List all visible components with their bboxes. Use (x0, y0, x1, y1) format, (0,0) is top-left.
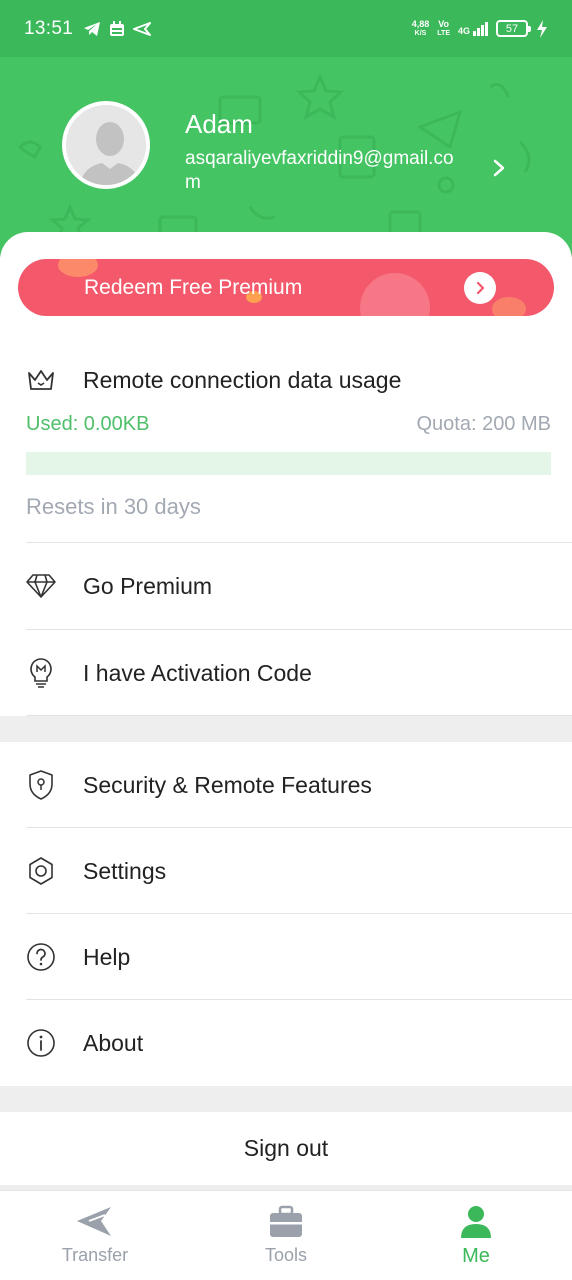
info-circle-icon (25, 1027, 57, 1059)
diamond-icon (25, 570, 57, 602)
lightbulb-icon (25, 657, 57, 689)
tab-tools-label: Tools (264, 1245, 308, 1265)
tab-me-label: Me (462, 1245, 490, 1267)
user-name: Adam (185, 109, 253, 139)
net-speed: 4,88 K/S (411, 18, 430, 37)
volte-indicator: Vo LTE (437, 18, 450, 37)
security-row[interactable]: Security & Remote Features (0, 742, 572, 828)
usage-quota: Quota: 200 MB (416, 413, 551, 435)
usage-resets: Resets in 30 days (26, 494, 201, 519)
bottom-nav: Transfer Tools Me (0, 1190, 572, 1280)
go-premium-row[interactable]: Go Premium (0, 543, 572, 629)
profile-header[interactable]: Adam asqaraliyevfaxriddin9@gmail.com (0, 57, 572, 257)
usage-progress-bar (26, 452, 551, 475)
divider (26, 715, 572, 716)
go-premium-label: Go Premium (83, 572, 213, 599)
help-row[interactable]: Help (0, 914, 572, 1000)
send-icon (133, 21, 152, 36)
signal-icon: 4G (458, 21, 488, 36)
data-usage-title-row: Remote connection data usage (0, 362, 572, 398)
sign-out-button[interactable]: Sign out (0, 1112, 572, 1185)
status-time: 13:51 (24, 17, 74, 39)
toolbox-icon (270, 1205, 302, 1237)
tab-tools[interactable]: Tools (191, 1191, 381, 1280)
activation-code-row[interactable]: I have Activation Code (0, 630, 572, 716)
security-label: Security & Remote Features (83, 771, 372, 798)
shield-lock-icon (25, 769, 57, 801)
about-row[interactable]: About (0, 1000, 572, 1086)
crown-icon (25, 364, 57, 396)
about-label: About (83, 1029, 144, 1056)
hexagon-settings-icon (25, 855, 57, 887)
redeem-label: Redeem Free Premium (84, 276, 303, 299)
decor-star-badge (360, 273, 430, 316)
usage-used: Used: 0.00KB (26, 413, 150, 435)
settings-label: Settings (83, 857, 167, 884)
status-bar: 13:51 4,88 K/S Vo LTE 4G 57 (0, 0, 572, 57)
telegram-icon (84, 21, 101, 36)
data-usage-title: Remote connection data usage (83, 366, 402, 393)
chevron-right-icon (476, 281, 485, 295)
battery-icon: 57 (496, 20, 531, 37)
question-circle-icon (25, 941, 57, 973)
calendar-icon (110, 20, 125, 36)
user-email: asqaraliyevfaxriddin9@gmail.com (185, 148, 454, 193)
decor-blob (58, 259, 98, 277)
tab-transfer[interactable]: Transfer (0, 1191, 190, 1280)
redeem-go-button[interactable] (464, 272, 496, 304)
person-icon (461, 1206, 491, 1238)
avatar[interactable] (62, 101, 150, 189)
settings-row[interactable]: Settings (0, 828, 572, 914)
charging-icon (537, 19, 547, 38)
paper-plane-icon (77, 1207, 111, 1236)
redeem-premium-banner[interactable]: Redeem Free Premium (18, 259, 554, 316)
help-label: Help (83, 943, 131, 970)
tab-me[interactable]: Me (381, 1191, 571, 1280)
tab-transfer-label: Transfer (61, 1245, 129, 1265)
chevron-right-icon[interactable] (488, 157, 510, 179)
decor-blob (492, 297, 526, 316)
account-card: Redeem Free Premium Remote connection da… (0, 232, 572, 716)
settings-menu: Security & Remote Features Settings Help… (0, 742, 572, 1086)
activation-code-label: I have Activation Code (83, 659, 312, 686)
